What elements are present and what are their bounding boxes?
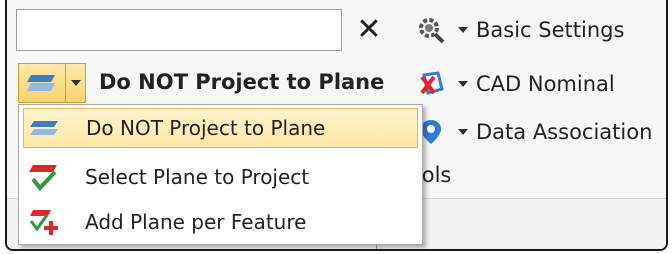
caret-down-icon xyxy=(454,80,472,88)
projection-split-button[interactable] xyxy=(18,63,86,103)
data-association-label: Data Association xyxy=(476,120,653,144)
basic-settings-button[interactable]: Basic Settings xyxy=(414,12,624,48)
current-projection-label: Do NOT Project to Plane xyxy=(99,70,385,94)
menu-item-do-not-project[interactable]: Do NOT Project to Plane xyxy=(23,108,418,148)
chevron-down-icon[interactable] xyxy=(66,64,85,102)
menu-item-add-plane[interactable]: Add Plane per Feature xyxy=(23,202,418,242)
plane-icon xyxy=(24,110,64,146)
caret-down-icon xyxy=(454,128,472,136)
clear-search-icon[interactable]: ✕ xyxy=(355,11,383,47)
ribbon-window: ✕ Do NOT Project to Plane Basic Settings… xyxy=(5,0,668,251)
search-input[interactable] xyxy=(16,9,342,51)
cad-nominal-icon xyxy=(414,67,448,101)
plane-check-icon xyxy=(23,159,63,195)
plane-projection-icon[interactable] xyxy=(19,64,66,102)
cad-nominal-label: CAD Nominal xyxy=(476,72,615,96)
menu-item-select-plane[interactable]: Select Plane to Project xyxy=(23,157,418,197)
caret-down-icon xyxy=(454,26,472,34)
data-association-button[interactable]: Data Association xyxy=(414,114,652,150)
gear-magnifier-icon xyxy=(414,13,448,47)
basic-settings-label: Basic Settings xyxy=(476,18,625,42)
menu-item-label: Do NOT Project to Plane xyxy=(86,116,326,140)
menu-item-label: Add Plane per Feature xyxy=(85,210,307,234)
menu-item-label: Select Plane to Project xyxy=(85,165,310,189)
cad-nominal-button[interactable]: CAD Nominal xyxy=(414,66,615,102)
projection-dropdown-menu: Do NOT Project to Plane Select Plane to … xyxy=(18,104,423,245)
plane-add-icon xyxy=(23,204,63,240)
